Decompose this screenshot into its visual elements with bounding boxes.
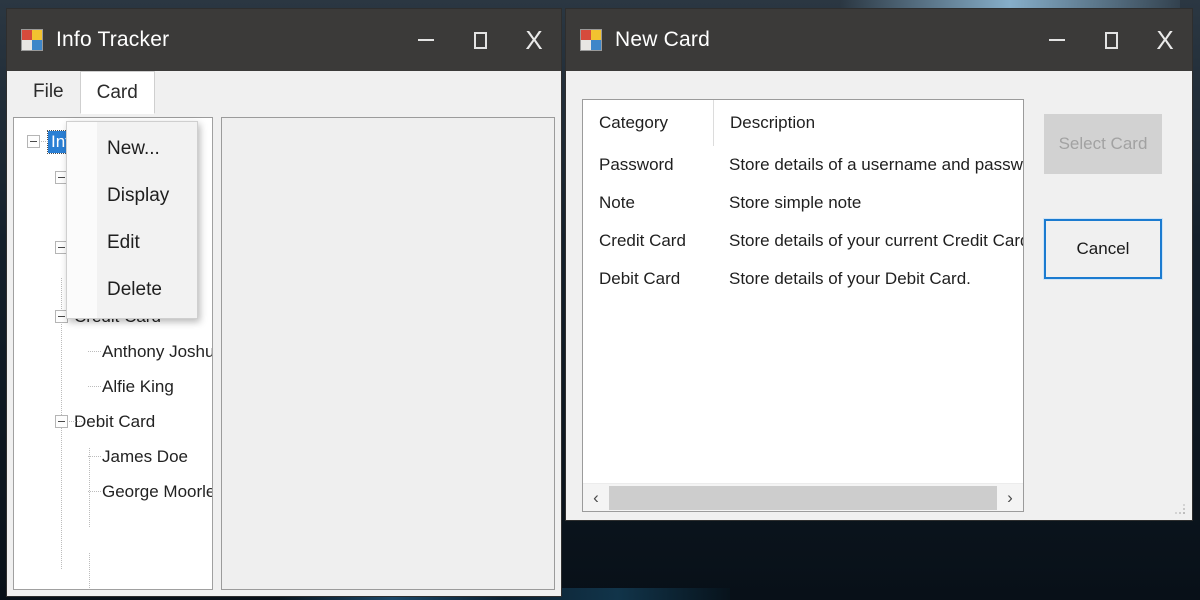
tree-node-label: Anthony Joshua (102, 341, 213, 361)
dialog-content: Category Description Password Store deta… (566, 71, 1192, 520)
tree-node-george-moorley[interactable]: George Moorley (14, 474, 212, 509)
close-icon: X (525, 25, 543, 55)
caption-buttons: X (1030, 9, 1192, 71)
tree-node-label: George Moorley (102, 481, 213, 501)
tree-node-james-doe[interactable]: James Doe (14, 439, 212, 474)
menu-item-display[interactable]: Display (67, 172, 197, 219)
scrollbar-thumb[interactable] (609, 485, 997, 510)
cell-category: Debit Card (599, 269, 681, 288)
cell-category: Password (599, 155, 674, 174)
resize-grip-icon[interactable] (1173, 502, 1187, 516)
tree-connector-line (89, 553, 90, 589)
column-header-description[interactable]: Description (713, 100, 1023, 146)
menu-item-delete[interactable]: Delete (67, 266, 197, 313)
cell-description: Store details of your Debit Card. (729, 269, 971, 288)
new-card-dialog: New Card X Category Description Password… (565, 8, 1193, 521)
close-button[interactable]: X (1138, 9, 1192, 71)
minimize-button[interactable] (1030, 9, 1084, 71)
cancel-button[interactable]: Cancel (1044, 219, 1162, 279)
horizontal-scrollbar[interactable]: ‹ › (583, 483, 1023, 511)
menubar: File Card (7, 71, 561, 114)
app-form-icon (580, 29, 602, 51)
cell-category: Credit Card (599, 231, 686, 250)
minimize-icon (1049, 39, 1065, 41)
expander-icon[interactable] (55, 415, 68, 428)
table-row[interactable]: Password Store details of a username and… (583, 146, 1023, 184)
scroll-right-icon[interactable]: › (997, 484, 1023, 511)
app-form-icon (21, 29, 43, 51)
cell-category: Note (599, 193, 635, 212)
listview-header: Category Description (583, 100, 1023, 146)
new-card-titlebar[interactable]: New Card X (566, 9, 1192, 71)
tree-node-label: James Doe (102, 446, 188, 466)
info-tracker-window: Info Tracker X File Card Inf Anthony Jos… (6, 8, 562, 597)
table-row[interactable]: Debit Card Store details of your Debit C… (583, 260, 1023, 298)
menu-file[interactable]: File (17, 71, 80, 113)
maximize-icon (1104, 31, 1118, 49)
tree-node-debit-card[interactable]: Debit Card (14, 404, 212, 439)
maximize-icon (473, 31, 487, 49)
close-icon: X (1156, 25, 1174, 55)
cell-description: Store details of your current Credit Car… (729, 231, 1023, 250)
tree-connector-icon (88, 386, 101, 387)
tree-connector-icon (41, 141, 49, 142)
tree-connector-line (89, 448, 90, 528)
select-card-button[interactable]: Select Card (1044, 114, 1162, 174)
splitter-handle[interactable] (213, 117, 221, 590)
table-row[interactable]: Note Store simple note (583, 184, 1023, 222)
expander-icon[interactable] (27, 135, 40, 148)
close-button[interactable]: X (507, 9, 561, 71)
cell-description: Store simple note (729, 193, 862, 212)
info-tracker-titlebar[interactable]: Info Tracker X (7, 9, 561, 71)
tree-node-alfie-king[interactable]: Alfie King (14, 369, 212, 404)
caption-buttons: X (399, 9, 561, 71)
listview-rows: Password Store details of a username and… (583, 146, 1023, 483)
dialog-title: New Card (615, 28, 710, 51)
card-dropdown-menu: New... Display Edit Delete (66, 121, 198, 319)
menu-item-new[interactable]: New... (67, 125, 197, 172)
menu-card[interactable]: Card (79, 71, 155, 114)
window-title: Info Tracker (56, 28, 170, 51)
column-header-category[interactable]: Category (583, 113, 713, 133)
tree-node-label: Alfie King (102, 376, 174, 396)
minimize-icon (418, 39, 434, 41)
card-type-listview[interactable]: Category Description Password Store deta… (582, 99, 1024, 512)
maximize-button[interactable] (453, 9, 507, 71)
detail-panel (221, 117, 555, 590)
tree-connector-icon (69, 421, 82, 422)
scrollbar-track[interactable] (609, 484, 997, 511)
table-row[interactable]: Credit Card Store details of your curren… (583, 222, 1023, 260)
maximize-button[interactable] (1084, 9, 1138, 71)
tree-connector-icon (88, 351, 101, 352)
menu-item-edit[interactable]: Edit (67, 219, 197, 266)
minimize-button[interactable] (399, 9, 453, 71)
tree-node-label: Debit Card (74, 411, 156, 431)
scroll-left-icon[interactable]: ‹ (583, 484, 609, 511)
tree-node-anthony-joshua[interactable]: Anthony Joshua (14, 334, 212, 369)
cell-description: Store details of a username and password… (729, 155, 1023, 174)
